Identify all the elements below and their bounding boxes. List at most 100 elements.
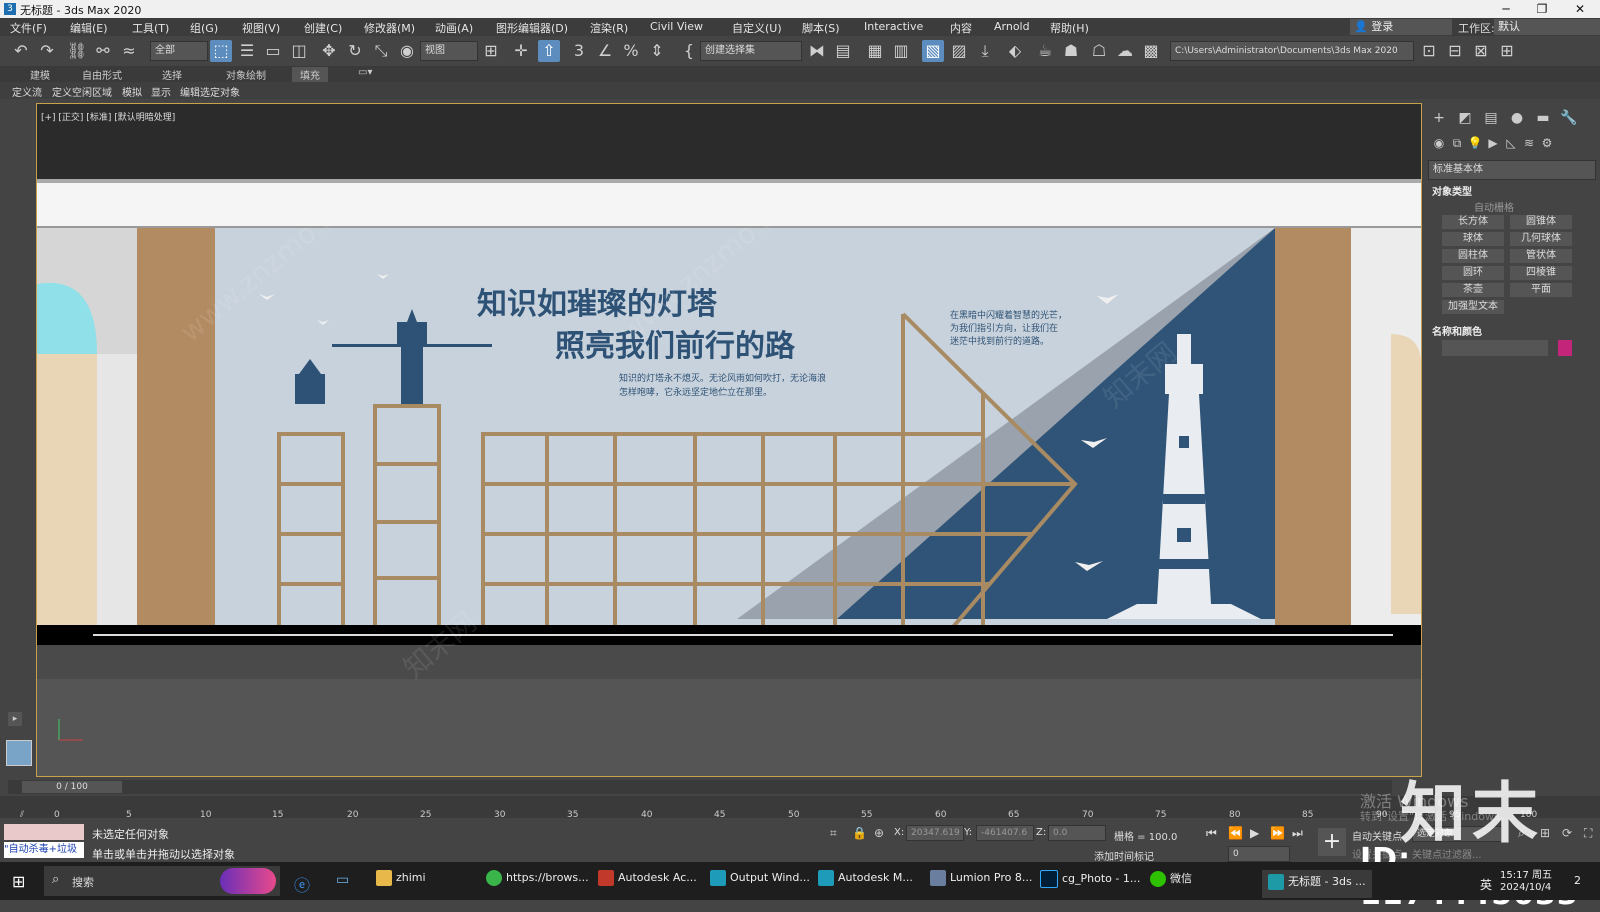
tab-modeling[interactable]: 建模 bbox=[30, 67, 50, 82]
login-dropdown[interactable]: 👤 登录 bbox=[1350, 19, 1452, 35]
task-photoshop[interactable]: cg_Photo - 1... bbox=[1040, 870, 1140, 892]
menu-modifiers[interactable]: 修改器(M) bbox=[364, 20, 415, 36]
maximize-button[interactable]: ❐ bbox=[1524, 0, 1560, 18]
ref-coord-dropdown[interactable]: 视图 bbox=[420, 41, 478, 61]
select-by-name-icon[interactable]: ☰ bbox=[236, 40, 258, 62]
menu-file[interactable]: 文件(F) bbox=[10, 20, 47, 36]
systems-icon[interactable]: ⚙ bbox=[1536, 136, 1558, 156]
y-coord-input[interactable]: -461407.6 bbox=[976, 825, 1034, 841]
geosphere-button[interactable]: 几何球体 bbox=[1510, 232, 1572, 246]
viewport-label[interactable]: [+] [正交] [标准] [默认明暗处理] bbox=[41, 110, 175, 123]
task-lumion[interactable]: Lumion Pro 8... bbox=[930, 870, 1032, 892]
unlink-icon[interactable]: ⚯ bbox=[92, 40, 114, 62]
add-time-tag[interactable]: 添加时间标记 bbox=[1094, 848, 1154, 863]
z-coord-input[interactable]: 0.0 bbox=[1048, 825, 1106, 841]
lock-icon[interactable]: 🔒 bbox=[852, 826, 867, 840]
align-icon[interactable]: ▤ bbox=[832, 40, 854, 62]
tab-object-paint[interactable]: 对象绘制 bbox=[226, 67, 266, 82]
close-button[interactable]: ✕ bbox=[1562, 0, 1598, 18]
render-cloud-icon[interactable]: ☁ bbox=[1114, 40, 1136, 62]
schematic-view-icon[interactable]: ▨ bbox=[948, 40, 970, 62]
move-icon[interactable]: ✥ bbox=[318, 40, 340, 62]
motion-tab-icon[interactable]: ● bbox=[1506, 110, 1528, 130]
go-to-end-icon[interactable]: ⏭ bbox=[1292, 826, 1303, 841]
tube-button[interactable]: 管状体 bbox=[1510, 249, 1572, 263]
taskbar-search-box[interactable]: ⌕ 搜索 bbox=[44, 866, 280, 896]
script-input[interactable]: "自动杀毒+垃圾 bbox=[4, 842, 84, 858]
layer-explorer-icon[interactable]: ▦ bbox=[864, 40, 886, 62]
snaps-toggle-icon[interactable]: 3 bbox=[568, 40, 590, 62]
cone-button[interactable]: 圆锥体 bbox=[1510, 215, 1572, 229]
select-object-icon[interactable]: ⬚ bbox=[210, 40, 232, 62]
cylinder-button[interactable]: 圆柱体 bbox=[1442, 249, 1504, 263]
windows-start-icon[interactable]: ⊞ bbox=[12, 872, 30, 891]
link-icon[interactable]: ⛓ bbox=[66, 40, 88, 62]
clock-date[interactable]: 2024/10/4 bbox=[1500, 882, 1551, 893]
project-path-dropdown[interactable]: C:\Users\Administrator\Documents\3ds Max… bbox=[1170, 41, 1414, 61]
front-viewport[interactable]: 知识如璀璨的灯塔 照亮我们前行的路 知识的灯塔永不熄灭。无论风雨如何吹打，无论海… bbox=[36, 103, 1422, 777]
a360-icon[interactable]: ▩ bbox=[1140, 40, 1162, 62]
workspace-dropdown[interactable]: 默认 bbox=[1494, 19, 1600, 35]
menu-create[interactable]: 创建(C) bbox=[304, 20, 342, 36]
plane-button[interactable]: 平面 bbox=[1510, 283, 1572, 297]
select-manipulate-icon[interactable]: ✛ bbox=[510, 40, 532, 62]
bind-spacewarp-icon[interactable]: ≈ bbox=[118, 40, 140, 62]
menu-graph-editors[interactable]: 图形编辑器(D) bbox=[496, 20, 568, 36]
material-editor-icon[interactable]: ⤓ bbox=[974, 40, 996, 62]
menu-civil-view[interactable]: Civil View bbox=[650, 20, 703, 33]
menu-tools[interactable]: 工具(T) bbox=[132, 20, 169, 36]
menu-view[interactable]: 视图(V) bbox=[242, 20, 280, 36]
teapot-button[interactable]: 茶壶 bbox=[1442, 283, 1504, 297]
percent-snap-icon[interactable]: % bbox=[620, 40, 642, 62]
tab-populate[interactable]: 填充 bbox=[292, 67, 328, 82]
render-production-icon[interactable]: ☗ bbox=[1060, 40, 1082, 62]
menu-customize[interactable]: 自定义(U) bbox=[732, 20, 782, 36]
render-setup-icon[interactable]: ⬖ bbox=[1004, 40, 1026, 62]
edge-icon[interactable]: ⓔ bbox=[294, 872, 310, 896]
time-slider-thumb[interactable]: 0 / 100 bbox=[22, 781, 122, 793]
menu-arnold[interactable]: Arnold bbox=[994, 20, 1030, 33]
isolate-icon[interactable]: ⌗ bbox=[830, 826, 837, 841]
task-browser[interactable]: https://brows... bbox=[486, 870, 589, 892]
menu-animation[interactable]: 动画(A) bbox=[435, 20, 473, 36]
go-to-start-icon[interactable]: ⏮ bbox=[1206, 826, 1217, 841]
tab-selection[interactable]: 选择 bbox=[162, 67, 182, 82]
edit-named-sel-icon[interactable]: { bbox=[678, 40, 700, 62]
menu-scripting[interactable]: 脚本(S) bbox=[802, 20, 840, 36]
create-tab-icon[interactable]: + bbox=[1428, 110, 1450, 130]
named-selection-dropdown[interactable]: 创建选择集 bbox=[700, 41, 802, 61]
object-color-swatch[interactable] bbox=[1558, 340, 1572, 356]
maximize-viewport-icon[interactable]: ⛶ bbox=[1584, 826, 1592, 841]
hierarchy-tab-icon[interactable]: ▤ bbox=[1480, 110, 1502, 130]
render-iterative-icon[interactable]: ☖ bbox=[1088, 40, 1110, 62]
orbit-icon[interactable]: ⟳ bbox=[1562, 826, 1572, 840]
sphere-button[interactable]: 球体 bbox=[1442, 232, 1504, 246]
torus-button[interactable]: 圆环 bbox=[1442, 266, 1504, 280]
clock-time[interactable]: 15:17 周五 bbox=[1500, 866, 1552, 881]
time-slider[interactable] bbox=[8, 780, 1392, 794]
pivot-center-icon[interactable]: ⊞ bbox=[480, 40, 502, 62]
tab-freeform[interactable]: 自由形式 bbox=[82, 67, 122, 82]
toggle-ribbon-icon[interactable]: ▥ bbox=[890, 40, 912, 62]
utilities-tab-icon[interactable]: 🔧 bbox=[1558, 110, 1580, 130]
keyboard-shortcut-icon[interactable]: ⇧ bbox=[538, 40, 560, 62]
ime-indicator[interactable]: 英 bbox=[1480, 876, 1492, 893]
menu-rendering[interactable]: 渲染(R) bbox=[590, 20, 628, 36]
object-type-header[interactable]: 对象类型 bbox=[1432, 183, 1472, 198]
minimize-button[interactable]: ─ bbox=[1488, 0, 1524, 18]
task-wechat[interactable]: 微信 bbox=[1150, 870, 1192, 892]
box-button[interactable]: 长方体 bbox=[1442, 215, 1504, 229]
menu-edit[interactable]: 编辑(E) bbox=[70, 20, 108, 36]
ribbon-options-icon[interactable]: ▭▾ bbox=[358, 67, 372, 78]
window-crossing-icon[interactable]: ◫ bbox=[288, 40, 310, 62]
geometry-type-dropdown[interactable]: 标准基本体 bbox=[1428, 160, 1596, 180]
spinner-snap-icon[interactable]: ⇕ bbox=[646, 40, 668, 62]
task-autocad[interactable]: Autodesk Ac... bbox=[598, 870, 697, 892]
scene-icon-1[interactable]: ⊟ bbox=[1444, 40, 1466, 62]
viewport-layout-icon[interactable] bbox=[6, 740, 32, 766]
selection-filter-dropdown[interactable]: 全部 bbox=[150, 41, 208, 61]
task-zhimi[interactable]: zhimi bbox=[376, 870, 426, 892]
mirror-icon[interactable]: ⧓ bbox=[806, 40, 828, 62]
task-output-window[interactable]: Output Wind... bbox=[710, 870, 810, 892]
auto-key-button[interactable]: 自动关键点 bbox=[1352, 828, 1402, 843]
